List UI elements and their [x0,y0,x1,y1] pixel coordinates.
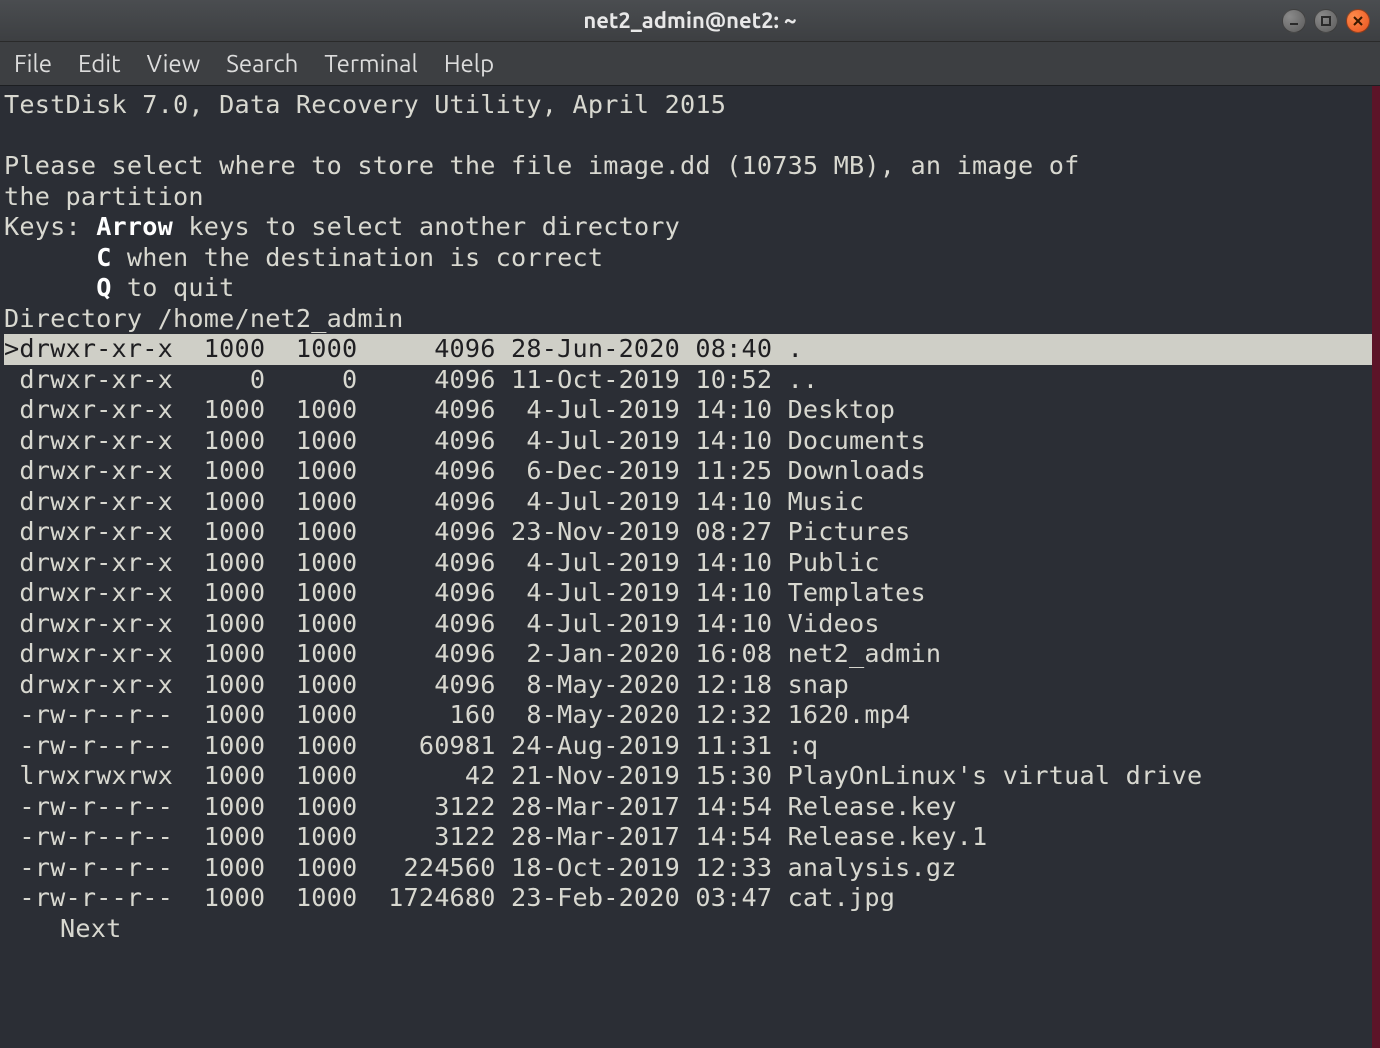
file-row[interactable]: >drwxr-xr-x 1000 1000 4096 28-Jun-2020 0… [4,334,1372,365]
menu-search[interactable]: Search [226,50,298,77]
file-row[interactable]: drwxr-xr-x 1000 1000 4096 4-Jul-2019 14:… [4,578,1372,609]
terminal-text: TestDisk 7.0, Data Recovery Utility, Apr… [0,86,1372,1048]
menu-bar: File Edit View Search Terminal Help [0,42,1380,86]
title-bar: net2_admin@net2: ~ [0,0,1380,42]
scroll-edge [1372,86,1380,1048]
file-row[interactable]: drwxr-xr-x 1000 1000 4096 2-Jan-2020 16:… [4,639,1372,670]
file-row[interactable]: -rw-r--r-- 1000 1000 1724680 23-Feb-2020… [4,883,1372,914]
file-row[interactable]: drwxr-xr-x 1000 1000 4096 4-Jul-2019 14:… [4,548,1372,579]
menu-help[interactable]: Help [444,50,494,77]
keys-line-q: Q to quit [4,273,1372,304]
file-row[interactable]: -rw-r--r-- 1000 1000 3122 28-Mar-2017 14… [4,792,1372,823]
keys-line-arrow: Keys: Arrow keys to select another direc… [4,212,1372,243]
maximize-button[interactable] [1314,9,1338,33]
close-button[interactable] [1346,9,1370,33]
window-title: net2_admin@net2: ~ [583,8,796,33]
menu-file[interactable]: File [14,50,52,77]
destination-prompt-cont: the partition [4,182,1372,213]
terminal-area[interactable]: TestDisk 7.0, Data Recovery Utility, Apr… [0,86,1380,1048]
file-row[interactable]: drwxr-xr-x 1000 1000 4096 8-May-2020 12:… [4,670,1372,701]
close-icon [1352,15,1364,27]
minimize-button[interactable] [1282,9,1306,33]
file-row[interactable]: -rw-r--r-- 1000 1000 3122 28-Mar-2017 14… [4,822,1372,853]
keys-line-c: C when the destination is correct [4,243,1372,274]
file-row[interactable]: drwxr-xr-x 1000 1000 4096 4-Jul-2019 14:… [4,487,1372,518]
maximize-icon [1320,15,1332,27]
file-row[interactable]: drwxr-xr-x 0 0 4096 11-Oct-2019 10:52 .. [4,365,1372,396]
minimize-icon [1288,15,1300,27]
next-button[interactable]: Next [4,914,1372,945]
directory-line: Directory /home/net2_admin [4,304,1372,335]
menu-terminal[interactable]: Terminal [324,50,417,77]
window-controls [1282,9,1370,33]
file-row[interactable]: drwxr-xr-x 1000 1000 4096 6-Dec-2019 11:… [4,456,1372,487]
file-row[interactable]: lrwxrwxrwx 1000 1000 42 21-Nov-2019 15:3… [4,761,1372,792]
file-row[interactable]: drwxr-xr-x 1000 1000 4096 23-Nov-2019 08… [4,517,1372,548]
destination-prompt: Please select where to store the file im… [4,151,1372,182]
menu-edit[interactable]: Edit [78,50,121,77]
file-row[interactable]: drwxr-xr-x 1000 1000 4096 4-Jul-2019 14:… [4,609,1372,640]
file-row[interactable]: drwxr-xr-x 1000 1000 4096 4-Jul-2019 14:… [4,395,1372,426]
menu-view[interactable]: View [147,50,201,77]
file-row[interactable]: -rw-r--r-- 1000 1000 60981 24-Aug-2019 1… [4,731,1372,762]
file-row[interactable]: -rw-r--r-- 1000 1000 224560 18-Oct-2019 … [4,853,1372,884]
program-header: TestDisk 7.0, Data Recovery Utility, Apr… [4,90,1372,121]
file-row[interactable]: drwxr-xr-x 1000 1000 4096 4-Jul-2019 14:… [4,426,1372,457]
file-row[interactable]: -rw-r--r-- 1000 1000 160 8-May-2020 12:3… [4,700,1372,731]
terminal-window: net2_admin@net2: ~ File Edit View Search… [0,0,1380,1048]
